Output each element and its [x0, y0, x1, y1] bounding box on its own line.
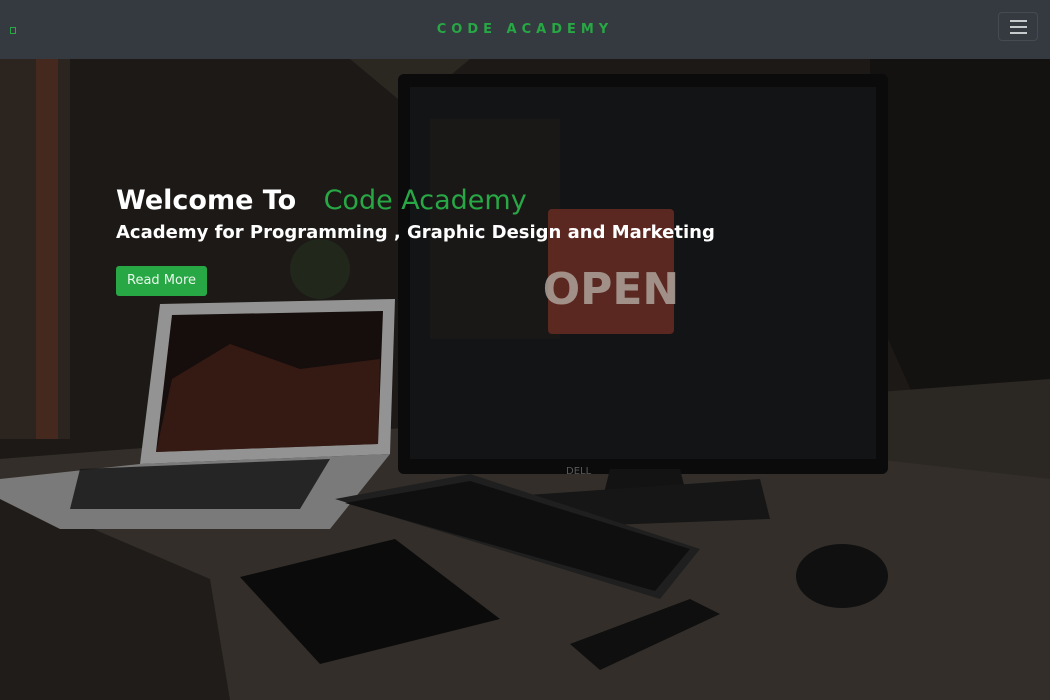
hero-title: Welcome To Code Academy	[116, 185, 715, 216]
hero-title-prefix: Welcome To	[116, 185, 297, 216]
hero-content: Welcome To Code Academy Academy for Prog…	[116, 185, 715, 296]
brand-logo-text[interactable]: CODE ACADEMY	[437, 22, 613, 37]
hero-subtitle: Academy for Programming , Graphic Design…	[116, 222, 715, 243]
read-more-button[interactable]: Read More	[116, 266, 208, 296]
navbar: CODE ACADEMY	[0, 0, 1050, 59]
broken-image-icon[interactable]	[10, 27, 16, 34]
hero-title-accent: Code Academy	[323, 185, 527, 216]
hamburger-menu-icon	[1009, 19, 1027, 22]
hamburger-menu-button[interactable]	[998, 12, 1038, 41]
hero-section: OPEN DELL Welcome To Code Academy Academ…	[0, 59, 1050, 700]
